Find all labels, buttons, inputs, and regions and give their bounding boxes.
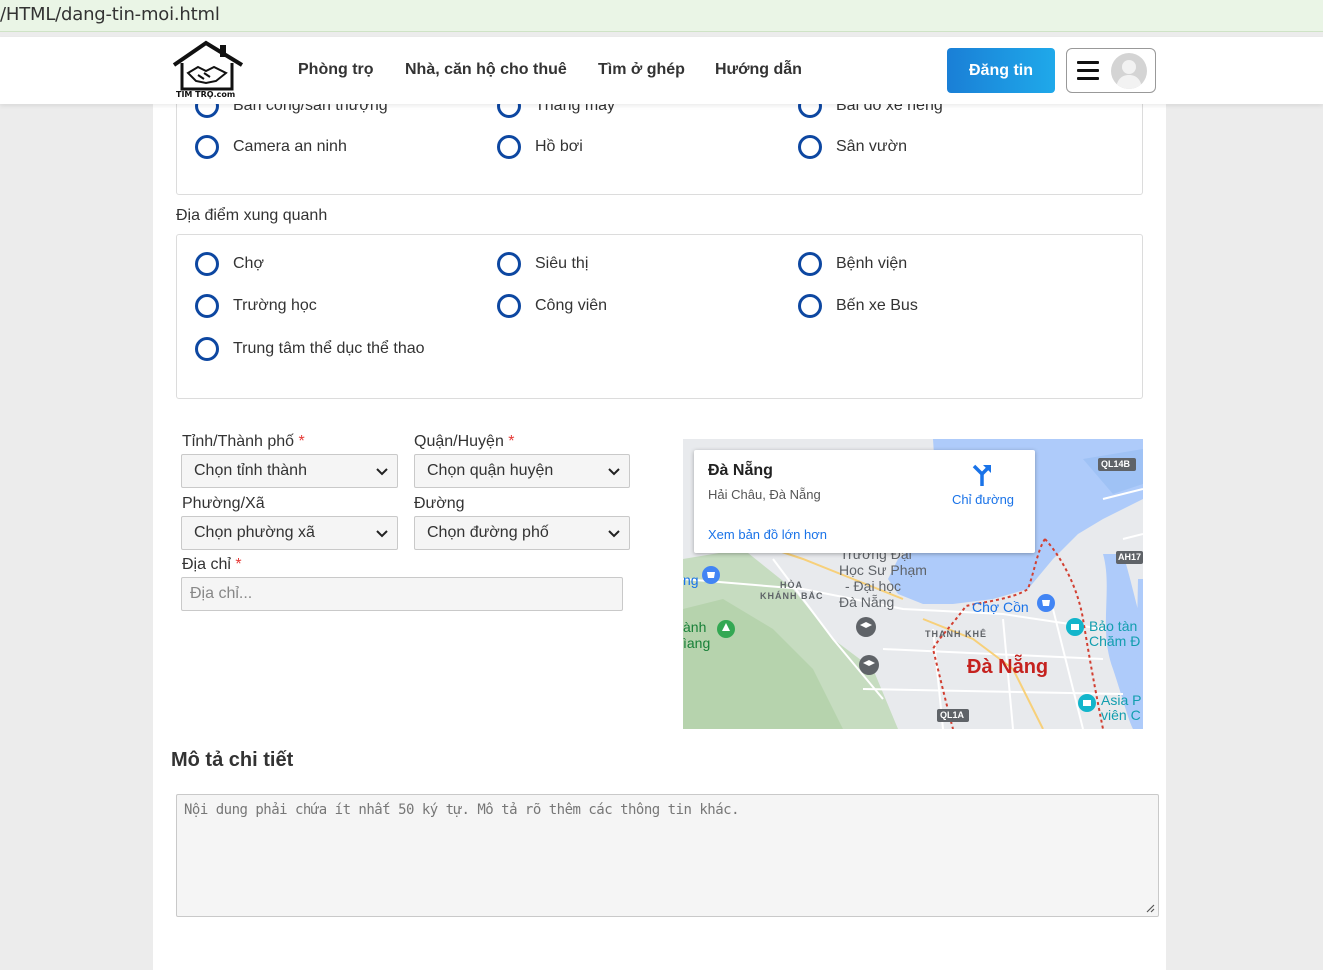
street-label: Đường [414, 495, 465, 512]
street-select[interactable]: Chọn đường phố [414, 516, 630, 550]
nearby-option-hospital[interactable]: Bệnh viện [798, 252, 907, 276]
map-label: ành [683, 619, 707, 635]
radio-button[interactable] [195, 337, 219, 361]
map-label: Đà Nẵng [967, 656, 1049, 678]
description-placeholder: Nội dung phải chứa ít nhất 50 ký tự. Mô … [184, 802, 740, 818]
map-label: THANH KHÊ [925, 629, 987, 639]
map-pin-icon[interactable] [702, 566, 720, 584]
nav-roommates[interactable]: Tìm ở ghép [598, 61, 685, 79]
ward-label: Phường/Xã [182, 495, 265, 512]
nearby-option-park[interactable]: Công viên [497, 294, 607, 318]
description-textarea[interactable]: Nội dung phải chứa ít nhất 50 ký tự. Mô … [176, 794, 1159, 917]
google-map[interactable]: QL14B AH17 QL1A Trường Đại Học Sư Phạm -… [683, 439, 1143, 729]
browser-address-bar[interactable]: /HTML/dang-tin-moi.html [0, 0, 1323, 32]
radio-button[interactable] [497, 135, 521, 159]
nearby-option-school[interactable]: Trường học [195, 294, 317, 318]
chevron-down-icon [608, 530, 620, 538]
map-label: Chợ Cồn [972, 599, 1029, 615]
nearby-option-supermarket[interactable]: Siêu thị [497, 252, 588, 276]
province-select[interactable]: Chọn tỉnh thành [181, 454, 398, 488]
amenity-option-camera[interactable]: Camera an ninh [195, 135, 347, 159]
map-label: viên C [1101, 707, 1141, 723]
map-pin-icon[interactable] [1037, 594, 1055, 612]
url-text[interactable]: /HTML/dang-tin-moi.html [0, 4, 220, 25]
radio-button[interactable] [497, 294, 521, 318]
radio-button[interactable] [195, 135, 219, 159]
map-label: Bảo tàn [1089, 618, 1138, 634]
radio-button[interactable] [798, 252, 822, 276]
district-label: Quận/Huyện * [414, 433, 515, 450]
required-mark: * [508, 433, 515, 450]
chevron-down-icon [376, 468, 388, 476]
address-input[interactable]: Địa chỉ... [181, 577, 623, 611]
map-pin-icon[interactable] [1066, 618, 1084, 636]
map-label: ìang [683, 635, 711, 651]
radio-button[interactable] [497, 252, 521, 276]
map-road-label: QL14B [1101, 459, 1131, 469]
view-larger-map-link[interactable]: Xem bản đồ lớn hơn [708, 527, 827, 542]
map-label: Đà Nẵng [839, 594, 895, 610]
radio-button[interactable] [195, 294, 219, 318]
map-road-label: AH17 [1118, 552, 1142, 562]
map-place-name: Đà Nẵng [708, 462, 773, 479]
radio-button[interactable] [798, 135, 822, 159]
radio-button[interactable] [195, 252, 219, 276]
map-place-card: Đà Nẵng Hải Châu, Đà Nẵng Xem bản đồ lớn… [694, 450, 1035, 553]
hamburger-menu-icon [1077, 61, 1099, 81]
map-pin-icon[interactable] [717, 620, 735, 638]
description-title: Mô tả chi tiết [171, 749, 294, 771]
post-listing-button[interactable]: Đăng tin [947, 48, 1055, 93]
map-pin-icon[interactable] [859, 655, 879, 675]
chevron-down-icon [608, 468, 620, 476]
radio-button[interactable] [798, 294, 822, 318]
map-pin-icon[interactable] [856, 617, 876, 637]
avatar [1111, 53, 1147, 89]
map-label: - Đại học [845, 578, 902, 594]
nav-houses-apartments[interactable]: Nhà, căn hộ cho thuê [405, 61, 567, 79]
house-handshake-icon [172, 40, 244, 91]
nearby-option-market[interactable]: Chợ [195, 252, 264, 276]
nav-rooms[interactable]: Phòng trọ [298, 61, 374, 79]
site-logo[interactable]: TÌM TRỌ.com [168, 39, 248, 101]
district-select[interactable]: Chọn quận huyện [414, 454, 630, 488]
address-label: Địa chỉ * [182, 556, 242, 573]
user-menu-button[interactable] [1066, 48, 1156, 93]
map-label: KHÁNH BẮC [760, 591, 824, 601]
logo-text: TÌM TRỌ.com [176, 90, 236, 99]
user-silhouette-icon [1116, 60, 1142, 89]
amenity-option-pool[interactable]: Hồ bơi [497, 135, 583, 159]
map-label: Học Sư Phạm [839, 562, 927, 578]
map-pin-icon[interactable] [1078, 694, 1096, 712]
map-place-address: Hải Châu, Đà Nẵng [708, 487, 821, 502]
directions-link[interactable]: Chỉ đường [952, 492, 1014, 507]
map-label: HÒA [780, 580, 803, 590]
ward-select[interactable]: Chọn phường xã [181, 516, 398, 550]
site-header: TÌM TRỌ.com Phòng trọ Nhà, căn hộ cho th… [0, 37, 1323, 104]
province-label: Tỉnh/Thành phố * [182, 433, 305, 450]
nearby-option-sports-center[interactable]: Trung tâm thể dục thể thao [195, 337, 425, 361]
amenity-option-garden[interactable]: Sân vườn [798, 135, 907, 159]
nearby-box: Chợ Siêu thị Bệnh viện Trường học Công v… [176, 234, 1143, 399]
map-label: ng [683, 572, 699, 588]
resize-grip-icon[interactable] [1145, 903, 1155, 913]
directions-icon[interactable] [970, 462, 994, 488]
map-label: Asia P [1101, 692, 1142, 708]
nearby-title: Địa điểm xung quanh [176, 207, 328, 224]
map-label: Chăm Đ [1089, 633, 1141, 649]
required-mark: * [298, 433, 305, 450]
address-placeholder: Địa chỉ... [190, 585, 253, 602]
required-mark: * [235, 556, 242, 573]
nearby-option-bus-station[interactable]: Bến xe Bus [798, 294, 918, 318]
chevron-down-icon [376, 530, 388, 538]
nav-guide[interactable]: Hướng dẫn [715, 61, 802, 79]
map-road-label: QL1A [940, 710, 965, 720]
